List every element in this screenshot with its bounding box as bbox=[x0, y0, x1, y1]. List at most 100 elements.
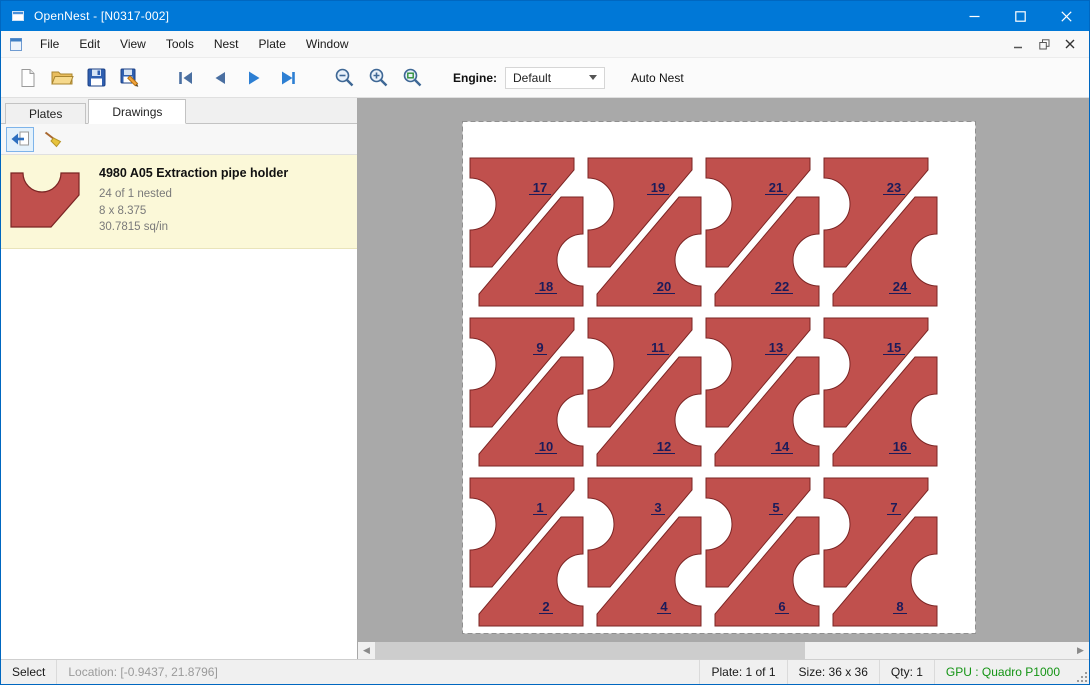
nav-last-icon bbox=[278, 69, 298, 87]
part-number: 23 bbox=[887, 180, 901, 195]
part-thumbnail bbox=[9, 169, 83, 236]
menu-nest[interactable]: Nest bbox=[204, 31, 249, 57]
zoom-in-icon bbox=[368, 67, 389, 88]
mdi-minimize-icon bbox=[1013, 39, 1023, 49]
engine-group: Engine: Default Auto Nest bbox=[453, 67, 690, 89]
close-button[interactable] bbox=[1043, 1, 1089, 31]
new-button[interactable] bbox=[11, 62, 45, 94]
engine-label: Engine: bbox=[453, 71, 497, 85]
import-drawing-button[interactable] bbox=[6, 127, 34, 152]
mdi-minimize-button[interactable] bbox=[1007, 34, 1029, 54]
tab-drawings[interactable]: Drawings bbox=[88, 99, 186, 124]
new-file-icon bbox=[18, 68, 38, 88]
mdi-restore-icon bbox=[1039, 39, 1050, 50]
nav-last-button[interactable] bbox=[271, 62, 305, 94]
save-as-button[interactable] bbox=[113, 62, 147, 94]
maximize-button[interactable] bbox=[997, 1, 1043, 31]
menubar: File Edit View Tools Nest Plate Window bbox=[1, 31, 1089, 58]
nest-canvas[interactable]: 171819202122232491011121314151612345678 … bbox=[358, 98, 1089, 659]
part-number: 21 bbox=[769, 180, 783, 195]
zoom-in-button[interactable] bbox=[361, 62, 395, 94]
drawing-list-item[interactable]: 4980 A05 Extraction pipe holder 24 of 1 … bbox=[1, 155, 357, 249]
drawings-toolbar bbox=[1, 124, 357, 155]
mdi-close-button[interactable] bbox=[1059, 34, 1081, 54]
menu-edit[interactable]: Edit bbox=[69, 31, 110, 57]
scroll-right-icon[interactable]: ▶ bbox=[1072, 642, 1089, 659]
part-number: 9 bbox=[536, 340, 543, 355]
part-number: 18 bbox=[539, 279, 553, 294]
menu-file[interactable]: File bbox=[30, 31, 69, 57]
part-number: 1 bbox=[536, 500, 543, 515]
menu-view[interactable]: View bbox=[110, 31, 156, 57]
scroll-left-icon[interactable]: ◀ bbox=[358, 642, 375, 659]
status-mode: Select bbox=[1, 660, 57, 684]
save-as-icon bbox=[120, 68, 141, 88]
menu-tools[interactable]: Tools bbox=[156, 31, 204, 57]
window-controls bbox=[951, 1, 1089, 31]
menu-plate[interactable]: Plate bbox=[249, 31, 296, 57]
nav-prev-button[interactable] bbox=[203, 62, 237, 94]
nav-first-button[interactable] bbox=[169, 62, 203, 94]
window-title: OpenNest - [N0317-002] bbox=[34, 9, 169, 23]
part-number: 15 bbox=[887, 340, 901, 355]
clean-button[interactable] bbox=[39, 127, 67, 152]
minimize-button[interactable] bbox=[951, 1, 997, 31]
menu-window[interactable]: Window bbox=[296, 31, 359, 57]
mdi-restore-button[interactable] bbox=[1033, 34, 1055, 54]
status-gpu: GPU : Quadro P1000 bbox=[934, 660, 1071, 684]
drawing-title: 4980 A05 Extraction pipe holder bbox=[99, 166, 288, 180]
part-number: 6 bbox=[778, 599, 785, 614]
nav-first-icon bbox=[176, 69, 196, 87]
part-number: 3 bbox=[654, 500, 661, 515]
part-number: 7 bbox=[890, 500, 897, 515]
engine-selected-value: Default bbox=[513, 71, 551, 85]
part-number: 10 bbox=[539, 439, 553, 454]
sidebar: Plates Drawings 4980 A05 Extraction pipe… bbox=[1, 98, 358, 659]
main-toolbar: Engine: Default Auto Nest bbox=[1, 58, 1089, 98]
save-icon bbox=[87, 68, 106, 87]
plate-svg: 171819202122232491011121314151612345678 bbox=[462, 121, 976, 634]
zoom-fit-icon bbox=[402, 67, 423, 88]
part-number: 4 bbox=[660, 599, 668, 614]
part-number: 17 bbox=[533, 180, 547, 195]
part-number: 2 bbox=[542, 599, 549, 614]
minimize-icon bbox=[969, 11, 980, 22]
part-number: 19 bbox=[651, 180, 665, 195]
zoom-fit-button[interactable] bbox=[395, 62, 429, 94]
toolbar-separator bbox=[147, 62, 169, 94]
chevron-down-icon bbox=[589, 75, 597, 80]
status-location: Location: [-0.9437, 21.8796] bbox=[57, 660, 228, 684]
engine-select[interactable]: Default bbox=[505, 67, 605, 89]
part-number: 24 bbox=[893, 279, 908, 294]
statusbar: Select Location: [-0.9437, 21.8796] Plat… bbox=[1, 659, 1089, 684]
zoom-out-button[interactable] bbox=[327, 62, 361, 94]
part-number: 22 bbox=[775, 279, 789, 294]
part-number: 12 bbox=[657, 439, 671, 454]
resize-grip-icon[interactable] bbox=[1071, 660, 1089, 684]
part-number: 11 bbox=[651, 340, 665, 355]
plate: 171819202122232491011121314151612345678 bbox=[462, 121, 976, 639]
tab-plates[interactable]: Plates bbox=[5, 103, 86, 124]
nav-next-icon bbox=[244, 69, 264, 87]
app-icon bbox=[10, 8, 26, 24]
save-button[interactable] bbox=[79, 62, 113, 94]
canvas-h-scrollbar[interactable]: ◀ ▶ bbox=[358, 642, 1089, 659]
drawing-size: 8 x 8.375 bbox=[99, 203, 288, 220]
mdi-document-icon bbox=[9, 37, 24, 52]
sidebar-tabs: Plates Drawings bbox=[1, 98, 357, 124]
part-number: 20 bbox=[657, 279, 671, 294]
status-plate: Plate: 1 of 1 bbox=[699, 660, 786, 684]
app-window: OpenNest - [N0317-002] File Edit View To… bbox=[0, 0, 1090, 685]
auto-nest-button[interactable]: Auto Nest bbox=[625, 68, 690, 88]
broom-icon bbox=[43, 130, 63, 148]
status-qty: Qty: 1 bbox=[879, 660, 934, 684]
part-number: 16 bbox=[893, 439, 907, 454]
mdi-window-controls bbox=[1007, 34, 1089, 54]
nav-next-button[interactable] bbox=[237, 62, 271, 94]
drawing-nested-count: 24 of 1 nested bbox=[99, 186, 288, 203]
status-size: Size: 36 x 36 bbox=[787, 660, 879, 684]
part-number: 5 bbox=[772, 500, 779, 515]
close-icon bbox=[1061, 11, 1072, 22]
h-scrollbar-thumb[interactable] bbox=[375, 642, 805, 659]
open-button[interactable] bbox=[45, 62, 79, 94]
